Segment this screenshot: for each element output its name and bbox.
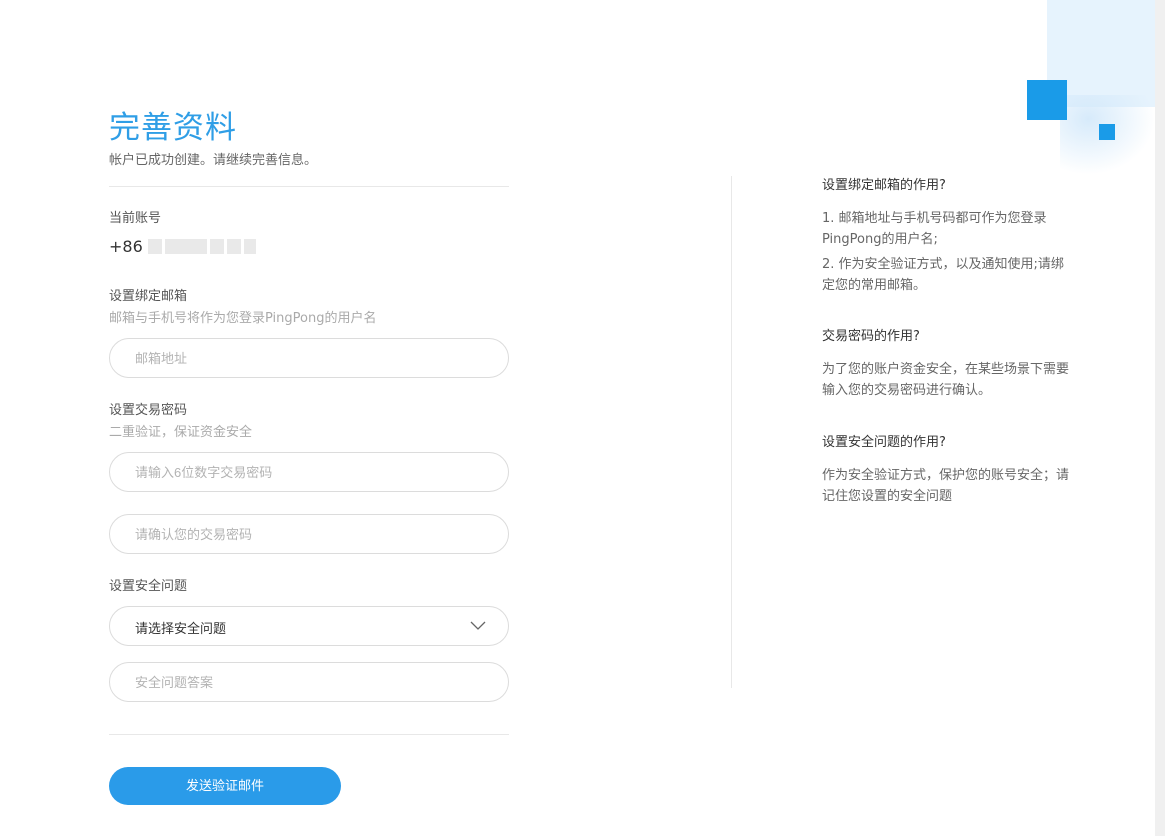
faq-question-security: 设置安全问题的作用? (822, 435, 946, 450)
masked-phone-part (165, 239, 207, 254)
faq-answer-trade-password: 为了您的账户资金安全，在某些场景下需要输入您的交易密码进行确认。 (822, 362, 1070, 398)
trade-password-input[interactable] (109, 452, 509, 492)
faq-question-email: 设置绑定邮箱的作用? (822, 178, 946, 193)
email-hint: 邮箱与手机号将作为您登录PingPong的用户名 (109, 311, 377, 326)
masked-phone-part (244, 239, 256, 254)
masked-phone-part (227, 239, 241, 254)
trade-password-confirm-input[interactable] (109, 514, 509, 554)
scrollbar-track[interactable] (1155, 0, 1165, 836)
divider-top (109, 186, 509, 187)
security-question-selected: 请选择安全问题 (135, 622, 227, 637)
security-question-label: 设置安全问题 (109, 579, 188, 594)
security-question-select[interactable]: 请选择安全问题 (109, 606, 509, 646)
faq-answer-email-1: 1. 邮箱地址与手机号码都可作为您登录PingPong的用户名; (822, 211, 1047, 247)
faq-question-trade-password: 交易密码的作用? (822, 329, 920, 344)
page-title: 完善资料 (109, 110, 237, 146)
trade-password-hint: 二重验证，保证资金安全 (109, 425, 253, 440)
faq-answer-email-2: 2. 作为安全验证方式，以及通知使用;请绑定您的常用邮箱。 (822, 257, 1064, 293)
faq-answer-security: 作为安全验证方式，保护您的账号安全；请记住您设置的安全问题 (822, 468, 1070, 504)
email-input[interactable] (109, 338, 509, 378)
decorative-square-small (1099, 124, 1115, 140)
trade-password-label: 设置交易密码 (109, 403, 188, 418)
email-label: 设置绑定邮箱 (109, 289, 188, 304)
security-answer-input[interactable] (109, 662, 509, 702)
page-subtitle: 帐户已成功创建。请继续完善信息。 (109, 153, 318, 168)
masked-phone-part (210, 239, 224, 254)
vertical-divider (731, 176, 732, 688)
decorative-square-large (1027, 80, 1067, 120)
page: 完善资料 帐户已成功创建。请继续完善信息。 当前账号 +86 设置绑定邮箱 邮箱… (0, 0, 1155, 836)
send-verification-email-button[interactable]: 发送验证邮件 (109, 767, 341, 805)
masked-phone-part (148, 239, 162, 254)
account-label: 当前账号 (109, 211, 162, 226)
divider-bottom (109, 734, 509, 735)
chevron-down-icon (470, 621, 486, 630)
account-value: +86 (109, 237, 143, 256)
